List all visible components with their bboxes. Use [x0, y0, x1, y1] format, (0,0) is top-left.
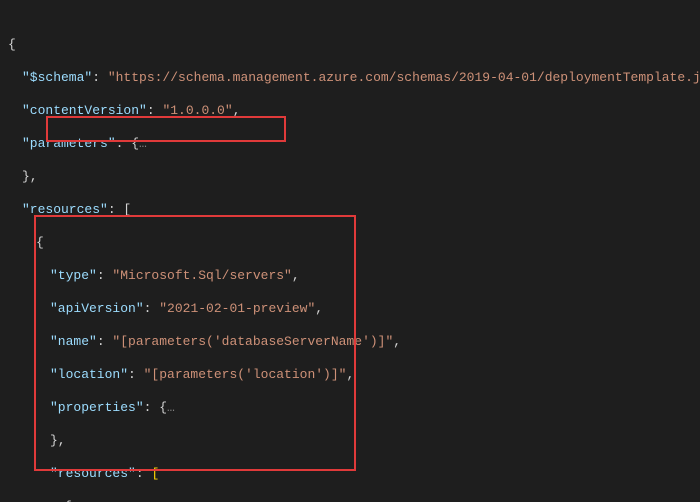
code-line: },: [8, 169, 700, 186]
code-line: "location": "[parameters('location')]",: [8, 367, 700, 384]
code-line: {: [8, 235, 700, 252]
code-line: },: [8, 433, 700, 450]
code-line: "apiVersion": "2021-02-01-preview",: [8, 301, 700, 318]
code-line: {: [8, 37, 700, 54]
code-line: "type": "Microsoft.Sql/servers",: [8, 268, 700, 285]
code-line: "resources": [: [8, 466, 700, 483]
code-line: "contentVersion": "1.0.0.0",: [8, 103, 700, 120]
code-line: "properties": {…: [8, 400, 700, 417]
code-line: "parameters": {…: [8, 136, 700, 153]
code-line: "$schema": "https://schema.management.az…: [8, 70, 700, 87]
code-editor[interactable]: { "$schema": "https://schema.management.…: [0, 0, 700, 502]
code-line: "resources": [: [8, 202, 700, 219]
code-line: "name": "[parameters('databaseServerName…: [8, 334, 700, 351]
